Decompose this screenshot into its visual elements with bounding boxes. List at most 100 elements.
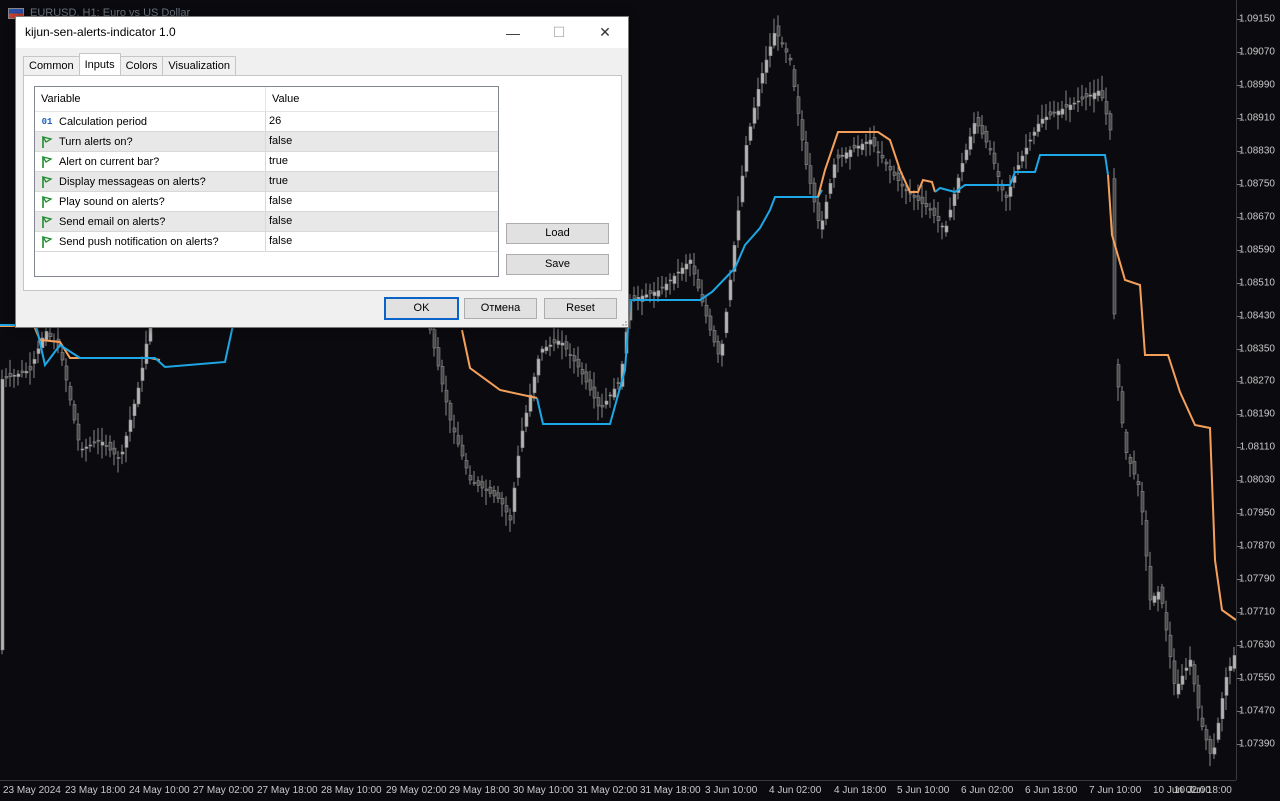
value-cell[interactable]: false (266, 232, 292, 251)
kijun-line-bearish (0, 325, 161, 361)
candle-body (788, 57, 793, 61)
bool-flag-icon (39, 194, 55, 210)
dialog-title: kijun-sen-alerts-indicator 1.0 (25, 25, 176, 39)
variable-name: Play sound on alerts? (59, 195, 165, 208)
bool-flag-icon (39, 214, 55, 230)
candle-body (684, 263, 689, 270)
candle-body (24, 371, 29, 374)
candle-body (988, 148, 993, 151)
candle-body (1208, 739, 1213, 754)
grid-row[interactable]: Play sound on alerts? false (35, 192, 498, 212)
candle-body (524, 412, 529, 427)
candle-body (888, 165, 893, 171)
candle-body (560, 342, 565, 346)
candle-body (748, 126, 753, 141)
maximize-button[interactable]: ☐ (536, 17, 582, 48)
time-label: 31 May 18:00 (640, 785, 701, 796)
candle-body (932, 207, 937, 216)
minimize-button[interactable]: — (490, 17, 536, 48)
grid-rows: 01 Calculation period 26 Turn alerts on? fal… (35, 112, 498, 252)
value-cell[interactable]: false (266, 192, 292, 211)
bool-flag-icon (39, 154, 55, 170)
inputs-grid[interactable]: Variable Value 01 Calculation period 26 Tur… (34, 86, 499, 277)
ok-button[interactable]: OK (384, 297, 459, 320)
candle-body (876, 151, 881, 154)
grid-row[interactable]: Alert on current bar? true (35, 152, 498, 172)
candle-body (436, 347, 441, 367)
candle-body (568, 354, 573, 356)
candle-body (564, 341, 569, 350)
candle-body (128, 419, 133, 432)
resize-grip-icon[interactable] (619, 318, 627, 326)
time-label: 24 May 10:00 (129, 785, 190, 796)
candle-body (604, 400, 609, 405)
column-header-value[interactable]: Value (266, 87, 299, 111)
tab-inputs[interactable]: Inputs (78, 53, 121, 75)
candle-body (584, 371, 589, 383)
dialog-titlebar[interactable]: kijun-sen-alerts-indicator 1.0 — ☐ ✕ (16, 17, 628, 48)
close-button[interactable]: ✕ (582, 17, 628, 48)
value-cell[interactable]: 26 (266, 112, 281, 131)
tab-colors[interactable]: Colors (119, 56, 164, 75)
time-axis[interactable]: 23 May 2024 23 May 18:00 24 May 10:00 27 Ma… (0, 780, 1236, 801)
candle-body (600, 405, 605, 408)
candle-body (664, 283, 669, 291)
candle-body (1216, 722, 1221, 740)
candle-body (32, 359, 37, 364)
candle-body (616, 382, 621, 384)
candle-body (680, 267, 685, 274)
candle-body (4, 376, 9, 379)
value-cell[interactable]: false (266, 132, 292, 151)
candle-body (1072, 102, 1077, 105)
load-button[interactable]: Load (506, 223, 609, 244)
candle-body (1088, 94, 1093, 97)
candle-body (844, 152, 849, 159)
candle-body (12, 375, 17, 377)
candle-body (1048, 111, 1053, 116)
candle-body (1196, 684, 1201, 709)
variable-cell: Display messageas on alerts? (35, 172, 266, 191)
cancel-button[interactable]: Отмена (464, 298, 537, 319)
candle-body (832, 164, 837, 178)
grid-row[interactable]: 01 Calculation period 26 (35, 112, 498, 132)
candle-body (1116, 364, 1121, 388)
grid-row[interactable]: Display messageas on alerts? true (35, 172, 498, 192)
price-label: 1.07870 (1238, 540, 1275, 552)
candle-body (84, 446, 89, 449)
price-axis[interactable]: 1.09150 1.09070 1.08990 1.08910 1.08830 1.087… (1236, 0, 1280, 780)
candle-body (1008, 186, 1013, 197)
candle-body (96, 439, 101, 442)
candle-body (668, 279, 673, 282)
candle-body (588, 379, 593, 391)
grid-row[interactable]: Send email on alerts? false (35, 212, 498, 232)
candle-body (580, 369, 585, 375)
grid-row[interactable]: Turn alerts on? false (35, 132, 498, 152)
candle-body (964, 149, 969, 161)
candle-body (864, 141, 869, 144)
candle-body (36, 348, 41, 354)
candle-body (448, 402, 453, 421)
candle-body (1024, 147, 1029, 155)
value-cell[interactable]: false (266, 212, 292, 231)
candle-body (132, 403, 137, 416)
reset-button[interactable]: Reset (544, 298, 617, 319)
candle-body (904, 188, 909, 192)
tab-visualization[interactable]: Visualization (162, 56, 236, 75)
bool-flag-icon (39, 234, 55, 250)
save-button[interactable]: Save (506, 254, 609, 275)
candle-body (720, 343, 725, 356)
candle-body (1152, 595, 1157, 603)
grid-row[interactable]: Send push notification on alerts? false (35, 232, 498, 252)
tab-common[interactable]: Common (23, 56, 80, 75)
candle-body (492, 490, 497, 497)
variable-name: Send email on alerts? (59, 215, 166, 228)
value-cell[interactable]: true (266, 172, 288, 191)
minimize-icon: — (506, 24, 520, 41)
dialog-tabs: Common Inputs Colors Visualization (23, 53, 236, 75)
candle-body (1032, 131, 1037, 136)
price-label: 1.08910 (1238, 112, 1275, 124)
value-cell[interactable]: true (266, 152, 288, 171)
candle-body (532, 376, 537, 394)
candle-body (924, 203, 929, 208)
column-header-variable[interactable]: Variable (35, 87, 266, 111)
